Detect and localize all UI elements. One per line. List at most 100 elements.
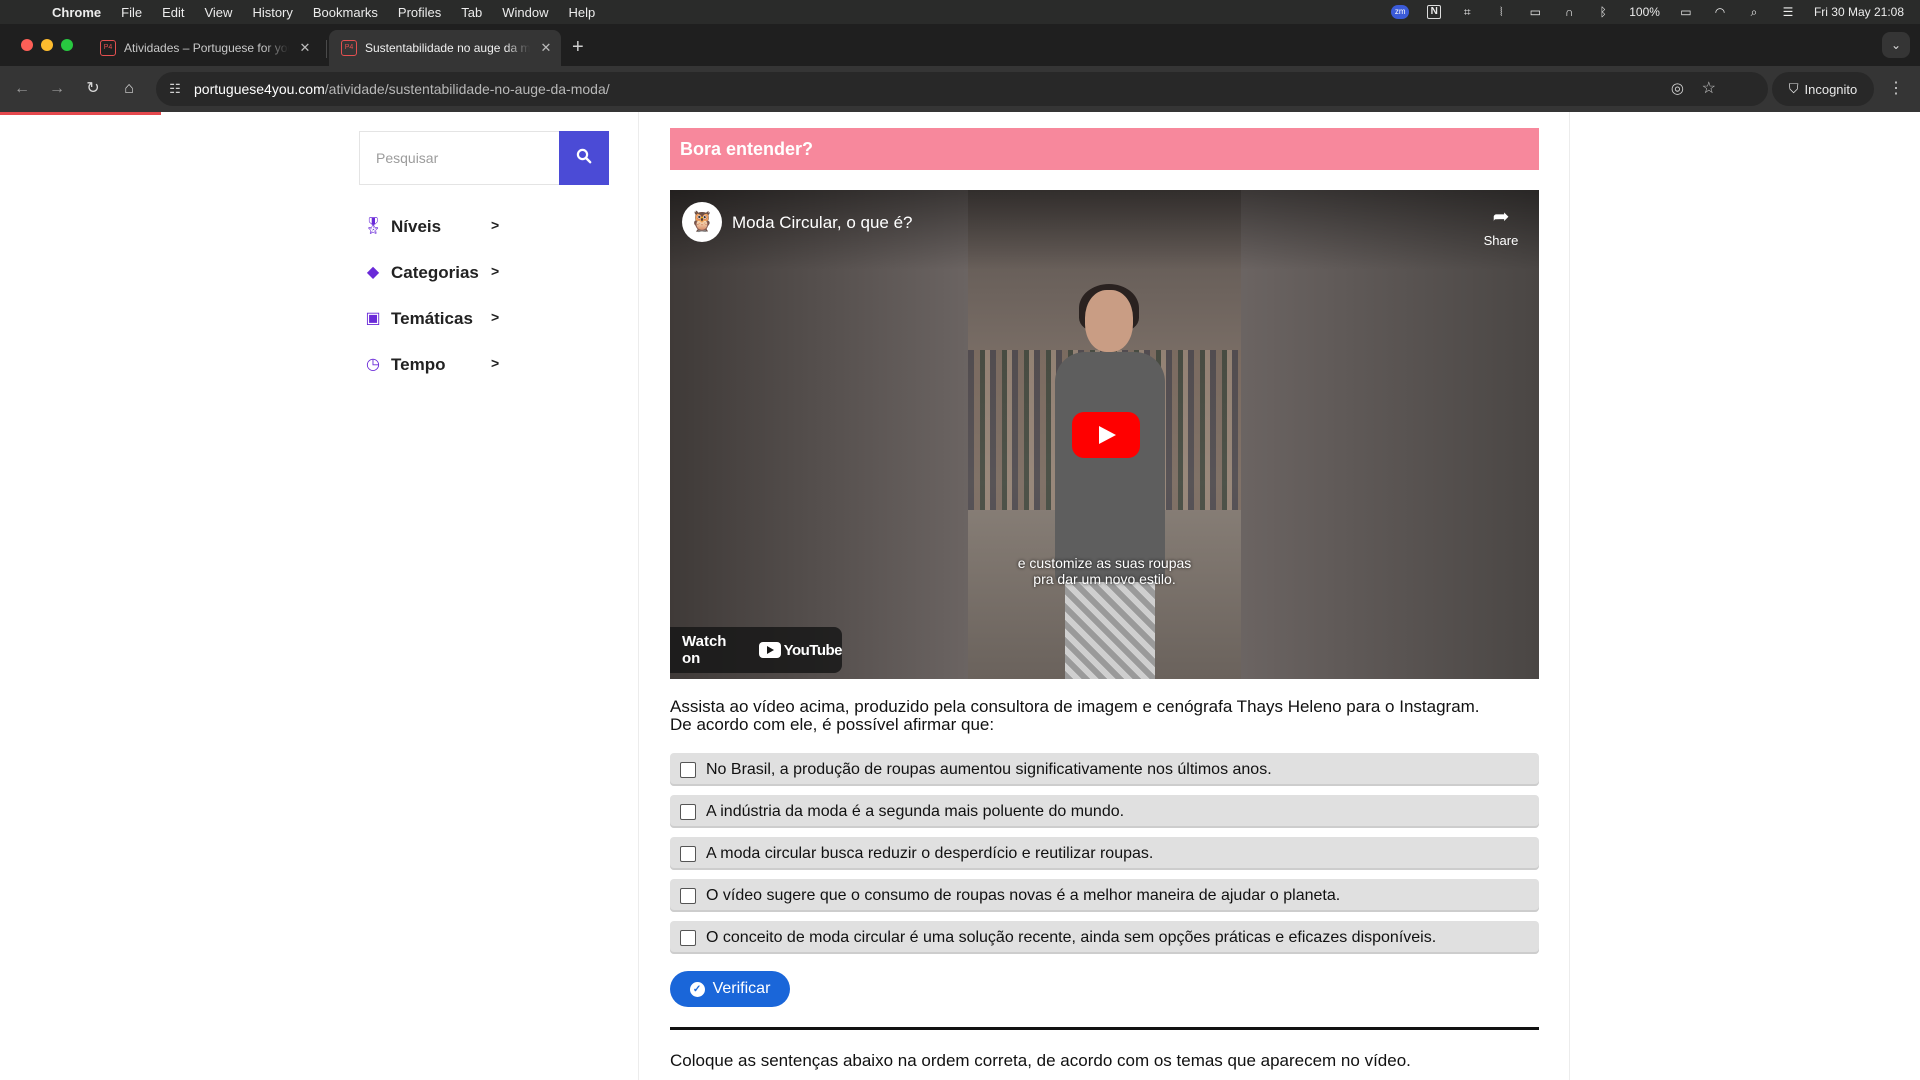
incognito-icon: ⛉	[1788, 81, 1799, 96]
spotlight-search-icon[interactable]: ⌕	[1746, 5, 1762, 19]
tab-sustentabilidade[interactable]: P4 Sustentabilidade no auge da moda ✕	[329, 30, 561, 66]
macos-menu-bar: Chrome File Edit View History Bookmarks …	[0, 0, 1920, 24]
new-tab-button[interactable]: +	[572, 36, 584, 59]
search-input[interactable]	[359, 131, 559, 185]
sidebar-item-label: Temáticas	[391, 309, 473, 328]
site-favicon-icon: P4	[100, 40, 116, 56]
sidebar-item-categorias[interactable]: ◆ Categorias >	[363, 259, 499, 287]
answer-option[interactable]: O conceito de moda circular é uma soluçã…	[670, 921, 1539, 954]
bookmark-star-icon[interactable]: ☆	[1702, 78, 1716, 98]
menu-clock[interactable]: Fri 30 May 21:08	[1814, 5, 1904, 19]
bluetooth-icon[interactable]: ᛒ	[1595, 5, 1611, 19]
zoom-status-icon[interactable]: zm	[1391, 5, 1410, 19]
caption-line: e customize as suas roupas	[1017, 555, 1192, 571]
tab-close-icon[interactable]: ✕	[297, 40, 313, 56]
section-banner: Bora entender?	[670, 128, 1539, 170]
chevron-right-icon: >	[491, 355, 500, 371]
chevron-right-icon: >	[491, 263, 500, 279]
answer-text: O conceito de moda circular é uma soluçã…	[706, 928, 1437, 946]
answer-checkbox[interactable]	[680, 761, 696, 778]
watch-on-youtube-button[interactable]: Watch on YouTube	[670, 627, 843, 673]
chevron-right-icon: >	[491, 309, 500, 325]
chrome-menu-icon[interactable]: ⋮	[1888, 78, 1904, 98]
video-title[interactable]: Moda Circular, o que é?	[732, 213, 913, 233]
question-line: Assista ao vídeo acima, produzido pela c…	[670, 697, 1480, 716]
tab-search-chevron-icon[interactable]: ⌄	[1882, 32, 1910, 58]
presenter-face	[1085, 290, 1133, 352]
control-center-icon[interactable]: ☰	[1780, 5, 1796, 19]
tab-close-icon[interactable]: ✕	[538, 40, 554, 56]
answer-option[interactable]: A indústria da moda é a segunda mais pol…	[670, 795, 1539, 828]
answer-checkbox[interactable]	[680, 929, 696, 946]
address-url[interactable]: portuguese4you.com/atividade/sustentabil…	[194, 81, 610, 97]
presenter-skirt	[1065, 582, 1155, 679]
verify-button[interactable]: ✓ Verificar	[670, 971, 790, 1007]
youtube-wordmark: YouTube	[783, 641, 843, 659]
youtube-video-embed[interactable]: 🦉 Moda Circular, o que é? ➦ Share e cust…	[670, 190, 1539, 679]
menu-view[interactable]: View	[204, 5, 232, 20]
grid-status-icon[interactable]: ⌗	[1459, 5, 1475, 19]
share-button[interactable]: ➦ Share	[1474, 204, 1528, 248]
web-page: 🎖︎ Níveis > ◆ Categorias > ▣ Temáticas >…	[0, 112, 1920, 1080]
status-area: zm N ⌗ ⦚ ▭ ∩ ᛒ 100% ▭ ◠ ⌕ ☰ Fri 30 May 2…	[1391, 0, 1904, 24]
channel-owl-avatar-icon[interactable]: 🦉	[682, 202, 722, 242]
answer-option[interactable]: O vídeo sugere que o consumo de roupas n…	[670, 879, 1539, 912]
wifi-icon[interactable]: ◠	[1712, 5, 1728, 19]
page-loading-bar	[0, 112, 161, 115]
tab-atividades[interactable]: P4 Atividades – Portuguese for you ✕	[88, 30, 320, 66]
tracking-protection-eye-icon[interactable]: ◎	[1671, 79, 1684, 97]
menu-bookmarks[interactable]: Bookmarks	[313, 5, 378, 20]
chevron-right-icon: >	[491, 217, 500, 233]
menu-app-name[interactable]: Chrome	[52, 5, 101, 20]
question-line: De acordo com ele, é possível afirmar qu…	[670, 715, 995, 734]
headphones-icon[interactable]: ∩	[1561, 5, 1577, 19]
clock-icon: ◷	[366, 356, 380, 373]
forward-arrow-icon[interactable]: →	[46, 78, 68, 100]
menu-file[interactable]: File	[121, 5, 142, 20]
verify-label: Verificar	[712, 980, 771, 997]
reload-icon[interactable]: ↻	[82, 78, 104, 100]
answer-checkbox[interactable]	[680, 887, 696, 904]
notion-status-icon[interactable]: N	[1427, 5, 1442, 19]
sidebar-item-tematicas[interactable]: ▣ Temáticas >	[363, 305, 499, 333]
back-arrow-icon[interactable]: ←	[11, 78, 33, 100]
check-circle-icon: ✓	[689, 981, 705, 997]
sidebar-item-tempo[interactable]: ◷ Tempo >	[363, 351, 499, 379]
menu-window[interactable]: Window	[502, 5, 548, 20]
incognito-badge[interactable]: ⛉ Incognito	[1772, 72, 1874, 106]
share-arrow-icon: ➦	[1492, 206, 1510, 228]
video-presenter	[1055, 284, 1165, 679]
answer-option[interactable]: A moda circular busca reduzir o desperdí…	[670, 837, 1539, 870]
search-button[interactable]	[559, 131, 609, 185]
menu-tab[interactable]: Tab	[461, 5, 482, 20]
sidebar-item-label: Tempo	[391, 355, 446, 374]
menu-history[interactable]: History	[252, 5, 292, 20]
window-close-button[interactable]	[21, 39, 33, 51]
browser-toolbar: ← → ↻ ⌂ ☷ portuguese4you.com/atividade/s…	[0, 66, 1920, 112]
tab-strip: P4 Atividades – Portuguese for you ✕ P4 …	[0, 24, 1920, 66]
address-bar[interactable]: ☷ portuguese4you.com/atividade/sustentab…	[156, 72, 1768, 106]
sidebar-item-niveis[interactable]: 🎖︎ Níveis >	[363, 213, 499, 241]
window-zoom-button[interactable]	[61, 39, 73, 51]
answer-text: O vídeo sugere que o consumo de roupas n…	[706, 886, 1341, 904]
url-path: /atividade/sustentabilidade-no-auge-da-m…	[324, 81, 610, 97]
home-icon[interactable]: ⌂	[118, 78, 140, 100]
battery-icon[interactable]: ▭	[1678, 5, 1694, 19]
display-status-icon[interactable]: ▭	[1527, 5, 1543, 19]
clip-status-icon[interactable]: ⦚	[1493, 5, 1509, 19]
site-info-icon[interactable]: ☷	[166, 81, 184, 97]
menu-edit[interactable]: Edit	[162, 5, 184, 20]
question-text: Assista ao vídeo acima, produzido pela c…	[670, 698, 1550, 734]
answer-checkbox[interactable]	[680, 803, 696, 820]
answer-option[interactable]: No Brasil, a produção de roupas aumentou…	[670, 753, 1539, 786]
answer-checkbox[interactable]	[680, 845, 696, 862]
play-button[interactable]	[1072, 412, 1140, 458]
menu-help[interactable]: Help	[569, 5, 596, 20]
window-minimize-button[interactable]	[41, 39, 53, 51]
next-exercise-instruction: Coloque as sentenças abaixo na ordem cor…	[670, 1051, 1411, 1070]
menu-profiles[interactable]: Profiles	[398, 5, 441, 20]
answer-text: No Brasil, a produção de roupas aumentou…	[706, 760, 1272, 778]
caption-line: pra dar um novo estilo.	[1033, 571, 1176, 587]
book-icon: ▣	[365, 310, 381, 327]
medal-icon: 🎖︎	[363, 218, 384, 235]
